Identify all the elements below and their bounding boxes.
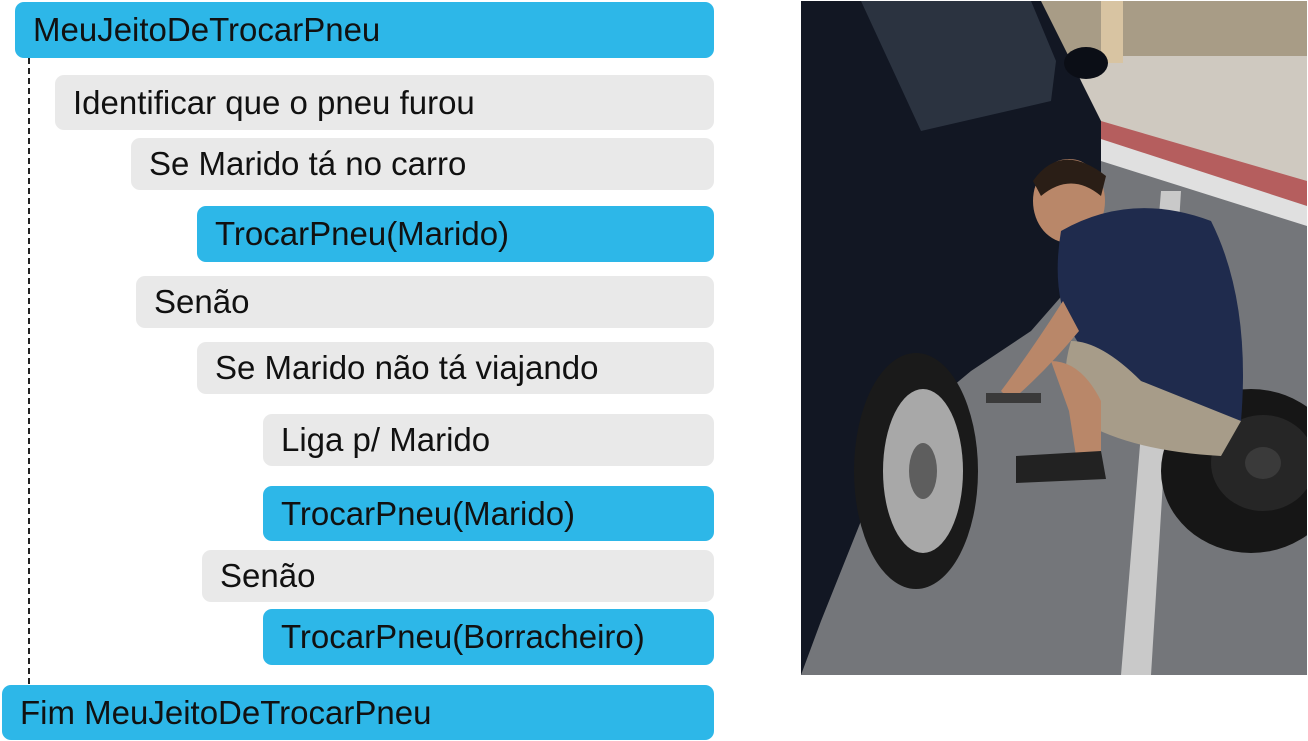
call-change-tire-husband-label-2: TrocarPneu(Marido) bbox=[281, 494, 576, 532]
identify-flat-tire-block: Identificar que o pneu furou bbox=[55, 75, 714, 130]
if-husband-in-car-block: Se Marido tá no carro bbox=[131, 138, 714, 190]
call-husband-label: Liga p/ Marido bbox=[281, 421, 491, 458]
call-change-tire-husband-block: TrocarPneu(Marido) bbox=[197, 206, 714, 262]
call-change-tire-tire-shop-label: TrocarPneu(Borracheiro) bbox=[281, 618, 645, 655]
call-change-tire-husband-block-2: TrocarPneu(Marido) bbox=[263, 486, 714, 541]
if-husband-in-car-label: Se Marido tá no carro bbox=[149, 145, 467, 182]
call-husband-block: Liga p/ Marido bbox=[263, 414, 714, 466]
call-change-tire-husband-label: TrocarPneu(Marido) bbox=[215, 215, 510, 252]
function-end-label: Fim MeuJeitoDeTrocarPneu bbox=[20, 693, 432, 731]
function-end-block: Fim MeuJeitoDeTrocarPneu bbox=[2, 685, 714, 740]
else-label-1: Senão bbox=[154, 283, 250, 320]
if-husband-not-traveling-label: Se Marido não tá viajando bbox=[215, 349, 599, 386]
photo-illustration bbox=[801, 1, 1307, 675]
else-block-2: Senão bbox=[202, 550, 714, 602]
function-start-block: MeuJeitoDeTrocarPneu bbox=[15, 2, 714, 58]
identify-flat-tire-label: Identificar que o pneu furou bbox=[73, 83, 475, 121]
call-change-tire-tire-shop-block: TrocarPneu(Borracheiro) bbox=[263, 609, 714, 665]
function-start-label: MeuJeitoDeTrocarPneu bbox=[33, 11, 381, 48]
else-block-1: Senão bbox=[136, 276, 714, 328]
else-label-2: Senão bbox=[220, 557, 316, 594]
if-husband-not-traveling-block: Se Marido não tá viajando bbox=[197, 342, 714, 394]
man-changing-tire-photo bbox=[801, 1, 1307, 675]
flow-connector-line bbox=[28, 58, 30, 684]
